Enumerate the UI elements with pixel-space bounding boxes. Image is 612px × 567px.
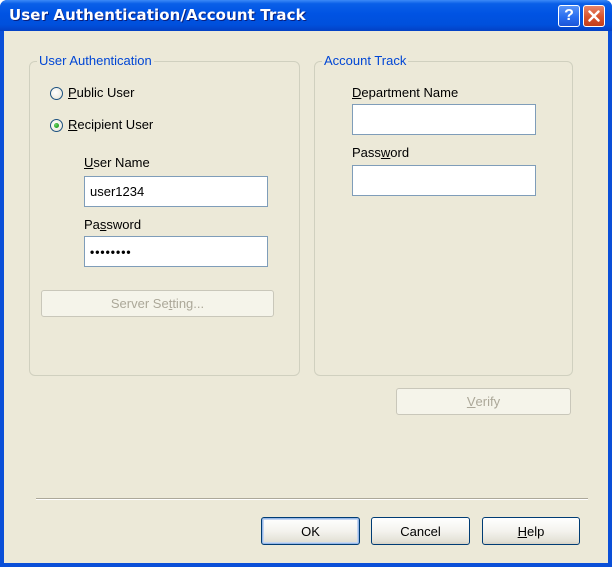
dialog-client-area: User Authentication Public User Recipien… xyxy=(4,31,608,563)
recipient-user-label[interactable]: Recipient User xyxy=(68,117,153,132)
user-authentication-group: User Authentication xyxy=(29,53,300,376)
close-button[interactable] xyxy=(583,5,605,27)
recipient-user-radio[interactable] xyxy=(50,119,63,132)
radio-selected-dot xyxy=(54,123,59,128)
question-mark-icon: ? xyxy=(564,7,574,24)
help-button[interactable]: Help xyxy=(482,517,580,545)
password-label: Password xyxy=(84,217,142,232)
dialog-window: User Authentication/Account Track ? User… xyxy=(0,0,612,567)
user-name-value: user1234 xyxy=(90,184,145,199)
user-name-label: User Name xyxy=(84,155,150,170)
user-name-input[interactable]: user1234 xyxy=(84,176,268,207)
account-track-legend: Account Track xyxy=(322,53,409,68)
user-authentication-legend: User Authentication xyxy=(37,53,154,68)
department-name-input[interactable] xyxy=(352,104,536,135)
public-user-radio[interactable] xyxy=(50,87,63,100)
verify-button[interactable]: Verify xyxy=(396,388,571,415)
account-password-input[interactable] xyxy=(352,165,536,196)
password-input[interactable]: •••••••• xyxy=(84,236,268,267)
title-bar[interactable]: User Authentication/Account Track ? xyxy=(0,0,612,31)
cancel-button[interactable]: Cancel xyxy=(371,517,470,545)
server-setting-button[interactable]: Server Se t ting... xyxy=(41,290,274,317)
dialog-title: User Authentication/Account Track xyxy=(9,6,306,24)
footer-separator xyxy=(36,498,588,500)
public-user-label[interactable]: Public User xyxy=(68,85,134,100)
password-masked-value: •••••••• xyxy=(90,244,132,259)
account-password-label: Password xyxy=(352,145,410,160)
ok-button[interactable]: OK xyxy=(261,517,360,545)
department-name-label: Department Name xyxy=(352,85,459,100)
close-icon xyxy=(588,10,600,22)
help-title-button[interactable]: ? xyxy=(558,5,580,27)
